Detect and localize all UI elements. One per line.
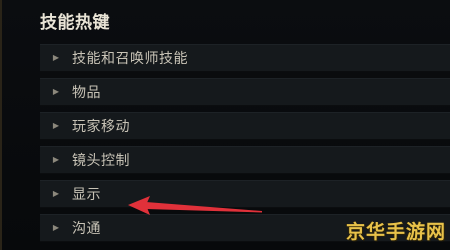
triangle-right-icon: ▶ bbox=[52, 121, 60, 130]
category-label: 玩家移动 bbox=[72, 119, 130, 135]
category-label: 技能和召唤师技能 bbox=[72, 51, 188, 67]
triangle-right-icon: ▶ bbox=[52, 189, 60, 198]
category-row-player-movement[interactable]: ▶ 玩家移动 bbox=[40, 112, 450, 140]
site-watermark: 京华手游网 bbox=[345, 221, 446, 243]
category-row-abilities[interactable]: ▶ 技能和召唤师技能 bbox=[40, 44, 450, 72]
category-row-camera-control[interactable]: ▶ 镜头控制 bbox=[40, 146, 450, 174]
category-row-display[interactable]: ▶ 显示 bbox=[40, 180, 450, 208]
triangle-right-icon: ▶ bbox=[52, 223, 60, 232]
category-label: 镜头控制 bbox=[72, 153, 130, 169]
triangle-right-icon: ▶ bbox=[52, 87, 60, 96]
section-title: 技能热键 bbox=[40, 13, 110, 33]
category-label: 沟通 bbox=[72, 221, 101, 237]
triangle-right-icon: ▶ bbox=[52, 53, 60, 62]
category-row-items[interactable]: ▶ 物品 bbox=[40, 78, 450, 106]
category-label: 显示 bbox=[72, 187, 101, 203]
triangle-right-icon: ▶ bbox=[52, 155, 60, 164]
settings-panel: 技能热键 ▶ 技能和召唤师技能 ▶ 物品 ▶ 玩家移动 ▶ 镜头控制 ▶ 显示 … bbox=[0, 0, 450, 250]
category-label: 物品 bbox=[72, 85, 101, 101]
